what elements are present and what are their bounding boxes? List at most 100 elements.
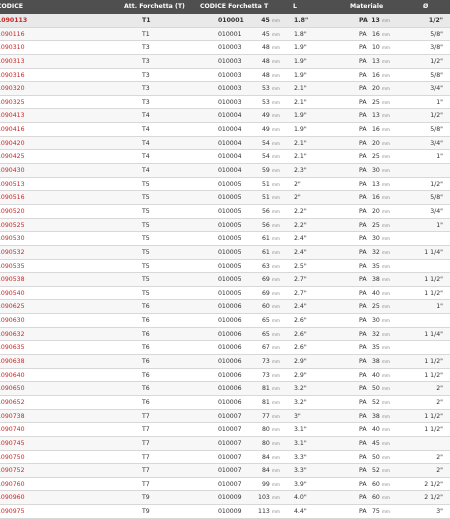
diameter-inch-cell: 5/8"	[430, 71, 443, 79]
fork-code-cell: 010006	[218, 398, 242, 406]
diameter-mm-value: 52	[371, 398, 380, 406]
diameter-mm-cell: 13 mm	[371, 14, 390, 27]
length-mm-cell: 56 mm	[262, 205, 280, 218]
length-inch-cell: 2.4"	[294, 235, 307, 243]
header-length[interactable]: L	[293, 0, 297, 14]
table-row[interactable]: 1090513T501000551mm2"PA13mm1/2"	[0, 178, 450, 192]
header-diameter[interactable]: Ø	[423, 0, 428, 14]
table-row[interactable]: 1090532T501000561mm2.4"PA32mm1 1/4"	[0, 245, 450, 260]
table-row[interactable]: 1090740T701000780mm3.1"PA40mm1 1/2"	[0, 423, 450, 437]
fork-attachment-cell: T6	[142, 317, 150, 325]
diameter-inch-cell: 1 1/2"	[424, 426, 443, 434]
material-cell: PA	[359, 276, 367, 284]
table-row[interactable]: 1090638T601000673mm2.9"PA38mm1 1/2"	[0, 355, 450, 369]
table-row[interactable]: 1090325T301000353mm2.1"PA25mm1"	[0, 96, 450, 110]
table-row[interactable]: 1090316T301000348mm1.9"PA16mm5/8"	[0, 69, 450, 83]
diameter-mm-value: 30	[371, 317, 380, 325]
table-row[interactable]: 1090640T601000673mm2.9"PA40mm1 1/2"	[0, 369, 450, 383]
table-row[interactable]: 1090425T401000454mm2.1"PA25mm1"	[0, 150, 450, 165]
material-cell: PA	[359, 235, 367, 243]
diameter-mm-cell: 30 mm	[372, 164, 390, 177]
diameter-mm-value: 30	[371, 167, 380, 175]
fork-attachment-cell: T4	[142, 139, 150, 147]
diameter-inch-cell: 2"	[436, 398, 443, 406]
table-row[interactable]: 1090430T401000459mm2.3"PA30mm	[0, 164, 450, 178]
diameter-mm-cell: 20 mm	[372, 205, 390, 218]
unit-label: mm	[381, 45, 390, 51]
diameter-mm-value: 40	[371, 426, 380, 434]
table-row[interactable]: 1090520T501000556mm2.2"PA20mm3/4"	[0, 205, 450, 219]
table-row[interactable]: 1090625T601000660mm2.4"PA25mm1"	[0, 300, 450, 315]
table-row[interactable]: 1090416T401000449mm1.9"PA16mm5/8"	[0, 123, 450, 137]
diameter-inch-cell: 1"	[436, 303, 443, 311]
diameter-inch-cell: 1 1/2"	[424, 412, 443, 420]
table-row[interactable]: 1090752T701000784mm3.3"PA52mm2"	[0, 464, 450, 478]
product-code-cell: 1090530	[0, 235, 25, 243]
length-inch-cell: 1.9"	[294, 112, 307, 120]
table-row[interactable]: 1090960T9010009103mm4.0"PA60mm2 1/2"	[0, 491, 450, 506]
table-row[interactable]: 1090313T301000348mm1.9"PA13mm1/2"	[0, 54, 450, 69]
length-inch-cell: 2"	[294, 194, 301, 202]
product-code-cell: 1090525	[0, 221, 25, 229]
table-row[interactable]: 1090738T701000777mm3"PA38mm1 1/2"	[0, 409, 450, 424]
diameter-mm-cell: 16 mm	[372, 191, 390, 204]
diameter-inch-cell: 1 1/2"	[424, 289, 443, 297]
fork-code-cell: 010005	[218, 262, 242, 270]
fork-code-cell: 010009	[218, 494, 242, 502]
table-row[interactable]: 1090413T401000449mm1.9"PA13mm1/2"	[0, 109, 450, 124]
header-material[interactable]: Materiale	[350, 0, 383, 14]
unit-label: mm	[381, 222, 390, 228]
unit-label: mm	[271, 18, 280, 23]
length-mm-cell: 45 mm	[261, 14, 280, 27]
length-mm-cell: 69 mm	[262, 287, 280, 300]
length-mm-cell: 81 mm	[262, 382, 280, 395]
length-mm-value: 51	[261, 194, 270, 202]
table-row[interactable]: 1090635T601000667mm2.6"PA35mm	[0, 341, 450, 356]
fork-attachment-cell: T9	[142, 508, 150, 516]
fork-attachment-cell: T3	[142, 71, 150, 79]
header-code[interactable]: CODICE	[0, 0, 23, 14]
unit-label: mm	[381, 399, 390, 405]
material-cell: PA	[359, 426, 367, 434]
unit-label: mm	[271, 318, 280, 324]
unit-label: mm	[381, 509, 390, 515]
unit-label: mm	[381, 372, 390, 378]
fork-code-cell: 010004	[218, 112, 242, 120]
diameter-mm-value: 13	[371, 57, 380, 65]
product-code-cell: 1090960	[0, 494, 25, 502]
table-row[interactable]: 1090745T701000780mm3.1"PA45mm	[0, 436, 450, 451]
table-row[interactable]: 1090760T701000799mm3.9"PA60mm2 1/2"	[0, 478, 450, 492]
material-cell: PA	[359, 453, 367, 461]
fork-attachment-cell: T7	[142, 426, 150, 434]
diameter-inch-cell: 1"	[436, 221, 443, 229]
table-row[interactable]: 1090632T601000665mm2.6"PA32mm1 1/4"	[0, 327, 450, 342]
table-row[interactable]: 1090310T301000348mm1.9"PA10mm3/8"	[0, 41, 450, 55]
table-row[interactable]: 1090116T101000145mm1.8"PA16mm5/8"	[0, 27, 450, 42]
unit-label: mm	[381, 304, 390, 310]
table-row[interactable]: 1090113 T1 010001 45 mm 1.8" PA 13 mm 1/2"	[0, 14, 450, 28]
length-mm-cell: 49 mm	[262, 123, 280, 136]
table-row[interactable]: 1090530T501000561mm2.4"PA30mm	[0, 232, 450, 246]
length-mm-value: 80	[261, 439, 270, 447]
table-row[interactable]: 1090750T701000784mm3.3"PA50mm2"	[0, 451, 450, 465]
header-code-forchetta[interactable]: CODICE Forchetta T	[200, 0, 268, 14]
material-cell: PA	[359, 85, 367, 93]
table-row[interactable]: 1090535T501000563mm2.5"PA35mm	[0, 260, 450, 274]
diameter-mm-value: 35	[371, 262, 380, 270]
diameter-inch-cell: 1"	[436, 153, 443, 161]
table-row[interactable]: 1090525T501000556mm2.2"PA25mm1"	[0, 218, 450, 233]
table-row[interactable]: 1090420T401000454mm2.1"PA20mm3/4"	[0, 136, 450, 151]
table-row[interactable]: 1090540T501000569mm2.7"PA40mm1 1/2"	[0, 287, 450, 301]
header-att-forchetta[interactable]: Att. Forchetta (T)	[124, 0, 185, 14]
diameter-mm-cell: 35 mm	[372, 341, 390, 354]
length-mm-value: 81	[261, 385, 270, 393]
product-code-cell: 1090635	[0, 344, 25, 352]
fork-attachment-cell: T3	[142, 85, 150, 93]
table-row[interactable]: 1090975T9010009113mm4.4"PA75mm3"	[0, 505, 450, 519]
table-row[interactable]: 1090320T301000353mm2.1"PA20mm3/4"	[0, 82, 450, 96]
table-row[interactable]: 1090652T601000681mm3.2"PA52mm2"	[0, 396, 450, 410]
table-row[interactable]: 1090516T501000551mm2"PA16mm5/8"	[0, 191, 450, 205]
table-row[interactable]: 1090650T601000681mm3.2"PA50mm2"	[0, 382, 450, 396]
table-row[interactable]: 1090538T501000569mm2.7"PA38mm1 1/2"	[0, 273, 450, 287]
table-row[interactable]: 1090630T601000665mm2.6"PA30mm	[0, 314, 450, 328]
